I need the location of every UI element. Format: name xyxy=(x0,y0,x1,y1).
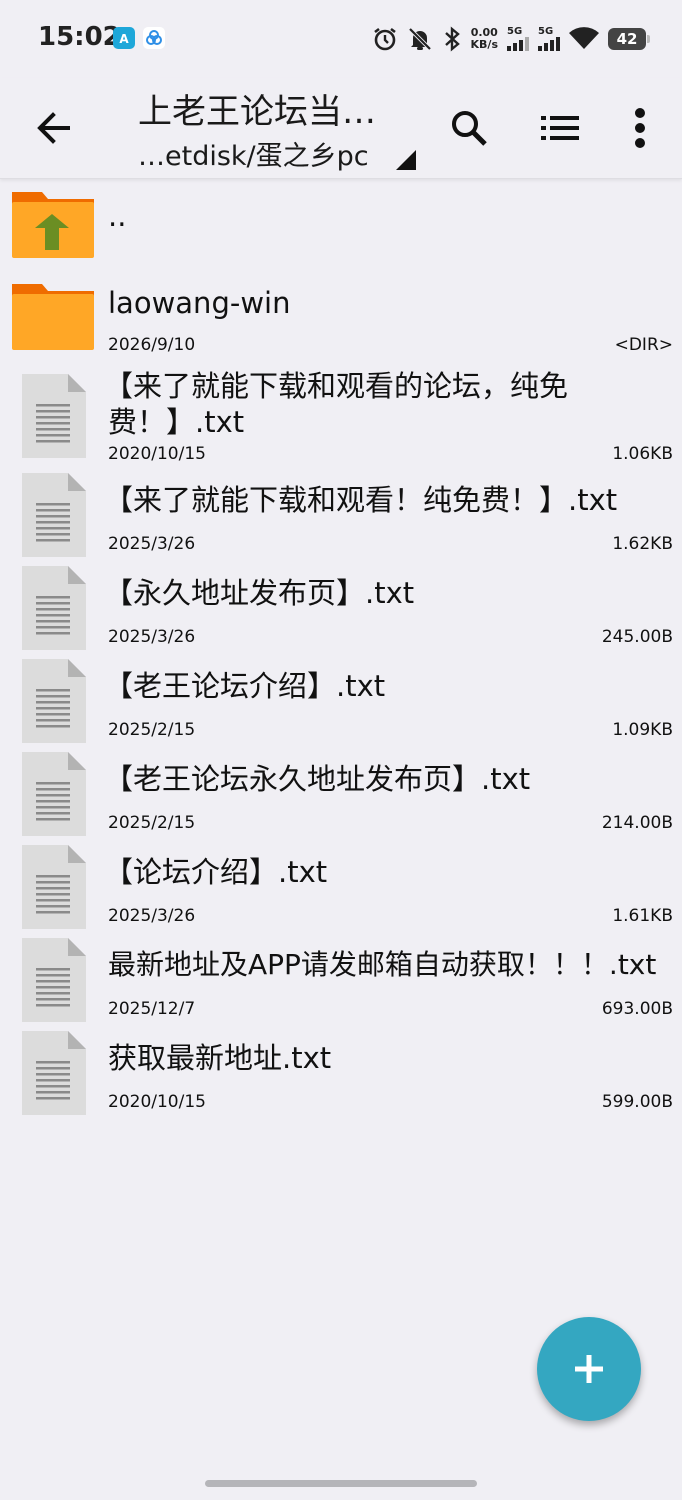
net-speed: 0.00 KB/s xyxy=(471,27,498,51)
more-options-button[interactable] xyxy=(612,100,668,156)
file-name: 获取最新地址.txt xyxy=(108,1041,332,1075)
text-file-icon xyxy=(22,938,86,1022)
folder-path[interactable]: …etdisk/蛋之乡pc xyxy=(138,134,369,173)
back-arrow-icon xyxy=(37,112,70,144)
battery-level: 42 xyxy=(616,30,638,48)
file-date: 2020/10/15 xyxy=(108,1092,206,1112)
status-bar: 15:02 A 0.00 KB/s 5G 5G 42 xyxy=(0,0,682,78)
folder-title: 上老王论坛当… xyxy=(138,92,376,132)
list-item-folder[interactable]: laowang-win 2026/9/10 <DIR> xyxy=(0,272,682,362)
file-name: 【老王论坛介绍】.txt xyxy=(104,669,386,703)
text-file-icon xyxy=(22,845,86,929)
list-item-file[interactable]: 【老王论坛介绍】.txt 2025/2/15 1.09KB xyxy=(0,654,682,744)
status-icons: 0.00 KB/s 5G 5G 42 xyxy=(372,24,650,54)
file-date: 2025/2/15 xyxy=(108,813,196,833)
alarm-icon xyxy=(373,27,396,51)
list-view-button[interactable] xyxy=(532,100,588,156)
path-dropdown-icon[interactable] xyxy=(396,150,416,170)
file-name: 【老王论坛永久地址发布页】.txt xyxy=(104,762,531,796)
list-item-file[interactable]: 最新地址及APP请发邮箱自动获取！！！.txt 2025/12/7 693.00… xyxy=(0,933,682,1023)
list-item-file[interactable]: 【来了就能下载和观看！纯免费！】.txt 2025/3/26 1.62KB xyxy=(0,468,682,558)
parent-folder-icon xyxy=(12,192,94,258)
status-time: 15:02 xyxy=(38,22,121,52)
text-file-icon xyxy=(22,752,86,836)
file-size: 1.62KB xyxy=(612,534,673,554)
add-button[interactable] xyxy=(537,1317,641,1421)
toolbar: 上老王论坛当… …etdisk/蛋之乡pc xyxy=(0,78,682,179)
list-item-file[interactable]: 获取最新地址.txt 2020/10/15 599.00B xyxy=(0,1026,682,1116)
file-size: 1.09KB xyxy=(612,720,673,740)
file-name: laowang-win xyxy=(108,286,291,320)
svg-text:A: A xyxy=(119,32,129,46)
file-size: <DIR> xyxy=(614,335,673,355)
list-item-file[interactable]: 【论坛介绍】.txt 2025/3/26 1.61KB xyxy=(0,840,682,930)
file-name: 【永久地址发布页】.txt xyxy=(104,576,415,610)
file-date: 2020/10/15 xyxy=(108,444,206,464)
text-file-icon xyxy=(22,473,86,557)
list-item-parent[interactable]: .. xyxy=(0,180,682,270)
text-file-icon xyxy=(22,659,86,743)
text-file-icon xyxy=(22,374,86,458)
list-item-file[interactable]: 【永久地址发布页】.txt 2025/3/26 245.00B xyxy=(0,561,682,651)
list-item-file[interactable]: 【来了就能下载和观看的论坛，纯免 费！】.txt 2020/10/15 1.06… xyxy=(0,366,682,464)
file-size: 693.00B xyxy=(601,999,673,1019)
file-name: .. xyxy=(108,199,127,233)
bluetooth-icon xyxy=(444,26,460,52)
net-speed-unit: KB/s xyxy=(470,38,498,51)
file-date: 2025/2/15 xyxy=(108,720,196,740)
file-name-line1: 【来了就能下载和观看的论坛，纯免 xyxy=(104,369,569,403)
mute-icon xyxy=(408,27,431,51)
gesture-nav-bar[interactable] xyxy=(205,1480,477,1487)
file-size: 1.06KB xyxy=(612,444,673,464)
folder-icon xyxy=(12,284,94,350)
file-date: 2025/3/26 xyxy=(108,906,196,926)
app-notification-icon: A xyxy=(113,27,135,49)
file-date: 2026/9/10 xyxy=(108,335,196,355)
sim1-label: 5G xyxy=(507,26,523,37)
file-size: 599.00B xyxy=(601,1092,673,1112)
file-date: 2025/12/7 xyxy=(108,999,196,1019)
text-file-icon xyxy=(22,1031,86,1115)
back-button[interactable] xyxy=(28,102,80,154)
plus-icon xyxy=(575,1355,603,1383)
search-icon xyxy=(452,111,487,146)
search-button[interactable] xyxy=(441,100,497,156)
file-name: 【论坛介绍】.txt xyxy=(104,855,328,889)
text-file-icon xyxy=(22,566,86,650)
cloud-app-icon xyxy=(143,27,165,49)
file-size: 214.00B xyxy=(601,813,673,833)
file-name: 【来了就能下载和观看！纯免费！】.txt xyxy=(104,483,618,517)
sim2-label: 5G xyxy=(538,26,554,37)
more-vert-icon xyxy=(635,108,645,148)
list-item-file[interactable]: 【老王论坛永久地址发布页】.txt 2025/2/15 214.00B xyxy=(0,747,682,837)
wifi-icon xyxy=(569,27,599,49)
file-name: 最新地址及APP请发邮箱自动获取！！！.txt xyxy=(108,948,657,981)
file-size: 1.61KB xyxy=(612,906,673,926)
file-size: 245.00B xyxy=(601,627,673,647)
file-name-line2: 费！】.txt xyxy=(108,405,245,439)
battery-icon: 42 xyxy=(608,28,650,50)
signal-icon-2: 5G xyxy=(538,27,560,51)
file-date: 2025/3/26 xyxy=(108,534,196,554)
list-view-icon xyxy=(541,116,579,140)
file-date: 2025/3/26 xyxy=(108,627,196,647)
signal-icon: 5G xyxy=(507,27,529,51)
